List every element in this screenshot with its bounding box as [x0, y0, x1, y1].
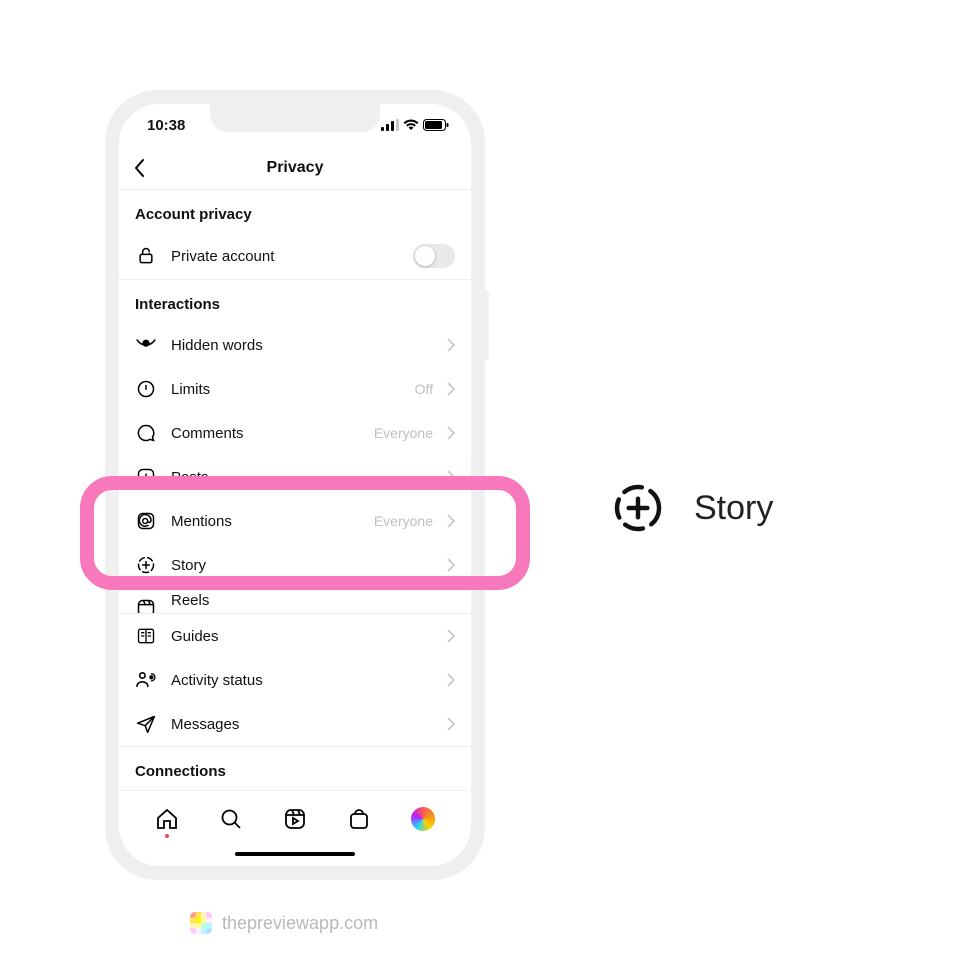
tab-home[interactable]: [154, 806, 180, 832]
tab-reels[interactable]: [282, 806, 308, 832]
section-connections-title: Connections: [119, 747, 471, 790]
row-label: Posts: [171, 469, 419, 486]
phone-notch: [210, 104, 380, 132]
shop-icon: [347, 807, 371, 831]
row-mentions[interactable]: Mentions Everyone: [119, 499, 471, 543]
row-value: Everyone: [374, 425, 433, 441]
row-private-account[interactable]: Private account: [119, 233, 471, 279]
back-button[interactable]: [119, 146, 159, 189]
status-icons: [381, 119, 449, 131]
at-sign-icon: [135, 511, 157, 531]
phone-screen: 10:38 Privacy Account privacy Private ac…: [119, 104, 471, 866]
row-comments[interactable]: Comments Everyone: [119, 411, 471, 455]
row-label: Activity status: [171, 672, 433, 689]
row-label: Reels: [171, 592, 455, 609]
chevron-right-icon: [447, 673, 455, 687]
chevron-right-icon: [447, 558, 455, 572]
row-label: Mentions: [171, 513, 360, 530]
status-time: 10:38: [147, 117, 185, 134]
row-label: Comments: [171, 425, 360, 442]
wifi-icon: [403, 119, 419, 131]
row-label: Guides: [171, 628, 433, 645]
guides-icon: [135, 626, 157, 646]
nav-header: Privacy: [119, 146, 471, 190]
row-label: Limits: [171, 381, 401, 398]
row-label: Hidden words: [171, 337, 419, 354]
reels-icon: [283, 807, 307, 831]
row-label: Private account: [171, 248, 399, 265]
chevron-right-icon: [447, 338, 455, 352]
row-story[interactable]: Story: [119, 543, 471, 587]
section-account-title: Account privacy: [119, 190, 471, 233]
page-title: Privacy: [119, 159, 471, 177]
callout: Story: [610, 480, 773, 536]
eye-hidden-icon: [135, 337, 157, 353]
row-value: Off: [415, 381, 433, 397]
row-activity-status[interactable]: Activity status: [119, 658, 471, 702]
activity-icon: [135, 671, 157, 689]
private-toggle[interactable]: [413, 244, 455, 268]
story-plus-icon: [610, 480, 666, 536]
row-guides[interactable]: Guides: [119, 614, 471, 658]
alert-circle-icon: [135, 379, 157, 399]
chevron-right-icon: [447, 426, 455, 440]
reels-icon: [135, 598, 157, 613]
home-icon: [155, 807, 179, 831]
chevron-right-icon: [447, 717, 455, 731]
settings-scroll[interactable]: Account privacy Private account Interact…: [119, 190, 471, 790]
row-limits[interactable]: Limits Off: [119, 367, 471, 411]
watermark-text: thepreviewapp.com: [222, 913, 378, 934]
tab-bar: [119, 790, 471, 846]
chevron-left-icon: [133, 158, 145, 178]
search-icon: [219, 807, 243, 831]
profile-avatar: [411, 807, 435, 831]
home-indicator: [235, 852, 355, 856]
send-icon: [135, 714, 157, 734]
row-label: Messages: [171, 716, 433, 733]
comment-icon: [135, 423, 157, 443]
row-reels[interactable]: Reels: [119, 587, 471, 613]
phone-frame: 10:38 Privacy Account privacy Private ac…: [105, 90, 485, 880]
tab-shop[interactable]: [346, 806, 372, 832]
chevron-right-icon: [447, 629, 455, 643]
chevron-right-icon: [447, 470, 455, 484]
story-plus-icon: [135, 555, 157, 575]
row-label: Story: [171, 557, 419, 574]
tab-search[interactable]: [218, 806, 244, 832]
row-value: Everyone: [374, 513, 433, 529]
notification-dot: [165, 834, 169, 838]
lock-icon: [135, 246, 157, 266]
cellular-icon: [381, 119, 399, 131]
row-posts[interactable]: Posts: [119, 455, 471, 499]
battery-icon: [423, 119, 449, 131]
callout-label: Story: [694, 489, 773, 528]
chevron-right-icon: [447, 514, 455, 528]
plus-square-icon: [135, 467, 157, 487]
watermark-logo: [190, 912, 212, 934]
chevron-right-icon: [447, 382, 455, 396]
phone-side-button: [481, 290, 489, 360]
section-interactions-title: Interactions: [119, 280, 471, 323]
tab-profile[interactable]: [410, 806, 436, 832]
row-hidden-words[interactable]: Hidden words: [119, 323, 471, 367]
row-messages[interactable]: Messages: [119, 702, 471, 746]
watermark: thepreviewapp.com: [190, 912, 378, 934]
